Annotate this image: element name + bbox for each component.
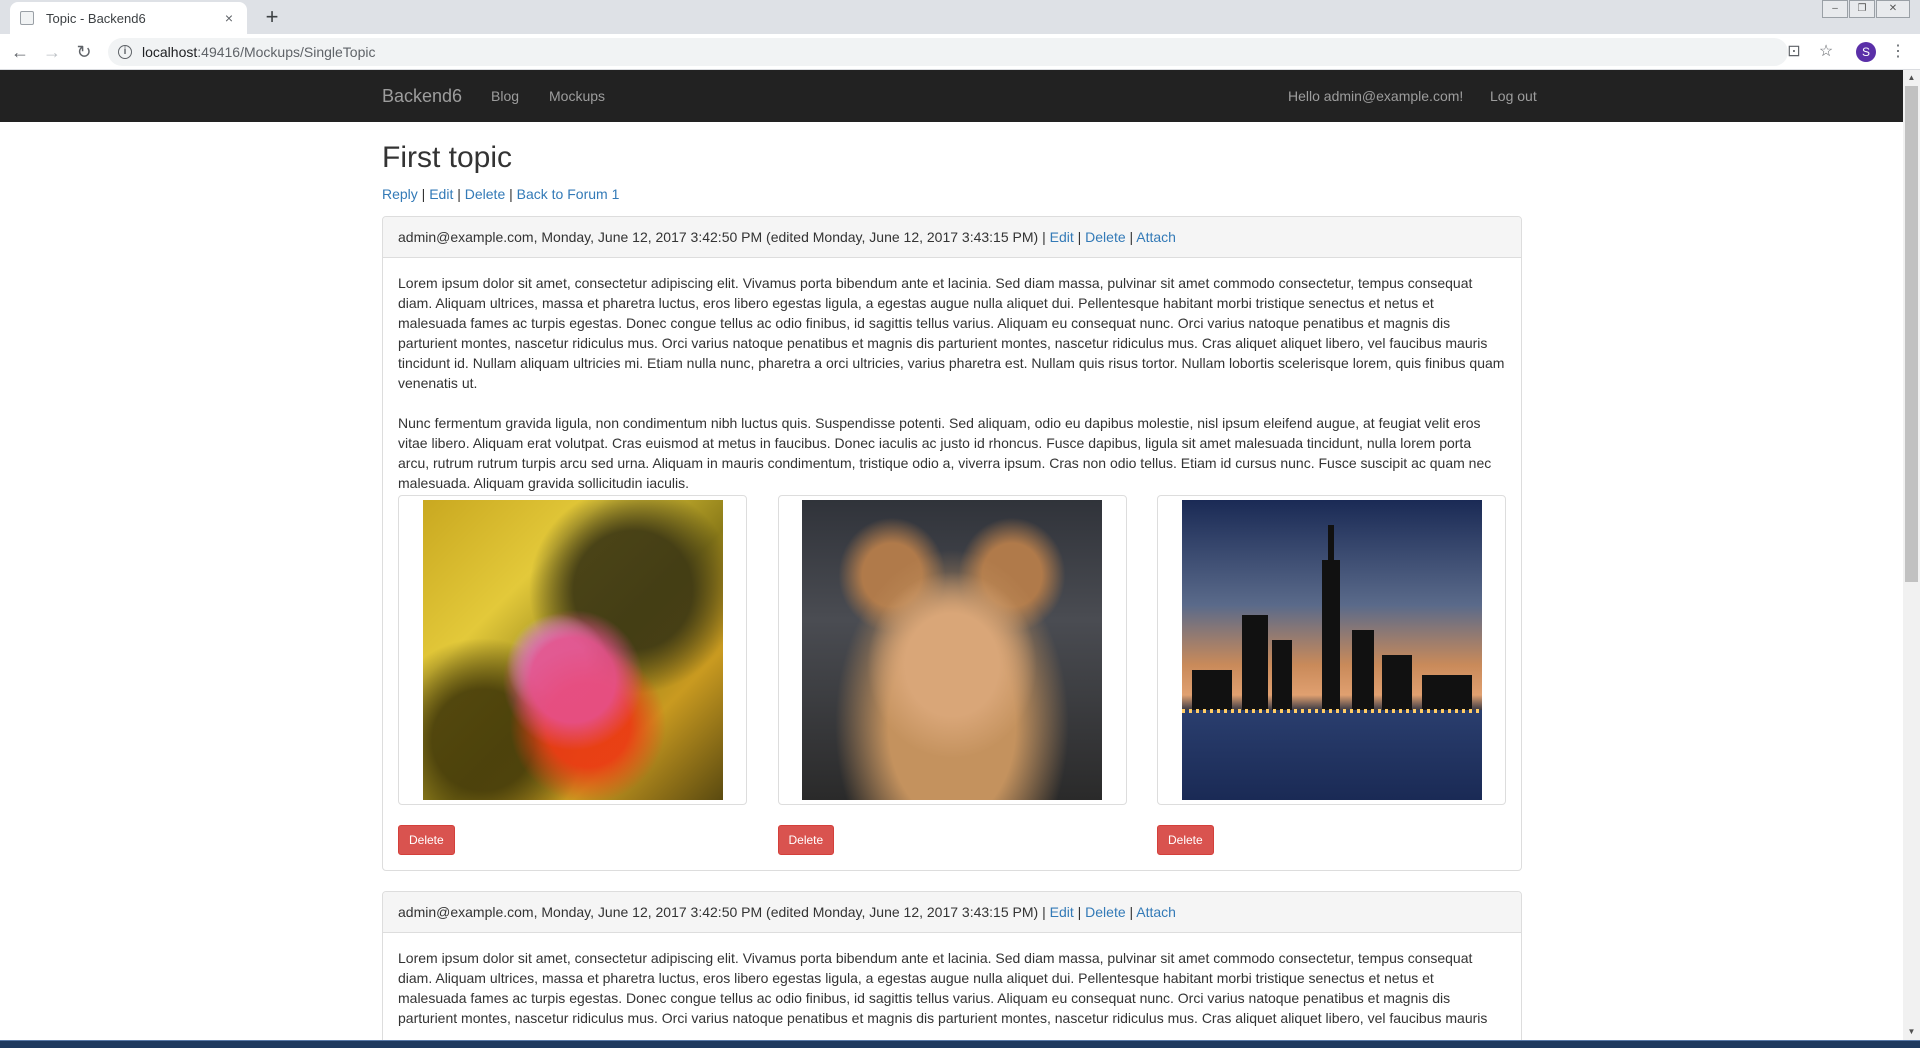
oil-bubbles-image xyxy=(422,500,723,800)
post-panel: admin@example.com, Monday, June 12, 2017… xyxy=(382,216,1522,871)
edit-post-link[interactable]: Edit xyxy=(1050,229,1074,245)
edit-post-link[interactable]: Edit xyxy=(1050,904,1074,920)
delete-post-link[interactable]: Delete xyxy=(1085,904,1125,920)
reload-icon[interactable]: ↻ xyxy=(72,40,96,64)
attachments-row: Delete Delete Delete xyxy=(398,495,1506,855)
translate-icon[interactable]: ⊡ xyxy=(1784,42,1804,62)
forward-arrow-icon[interactable]: → xyxy=(40,40,64,64)
attachment: Delete xyxy=(777,495,1127,855)
back-to-forum-link[interactable]: Back to Forum 1 xyxy=(517,186,620,202)
os-taskbar xyxy=(0,1040,1920,1048)
user-greeting[interactable]: Hello admin@example.com! xyxy=(1288,88,1463,104)
scroll-down-icon[interactable]: ▼ xyxy=(1903,1024,1920,1040)
post-paragraph: Nunc fermentum gravida ligula, non condi… xyxy=(398,415,1492,491)
site-navbar: Backend6 Blog Mockups Hello admin@exampl… xyxy=(0,70,1903,122)
logout-link[interactable]: Log out xyxy=(1490,88,1537,104)
attach-link[interactable]: Attach xyxy=(1136,904,1176,920)
tab-title: Topic - Backend6 xyxy=(46,10,146,26)
post-meta: admin@example.com, Monday, June 12, 2017… xyxy=(398,229,1046,245)
topic-title: First topic xyxy=(382,141,513,174)
topic-actions: Reply | Edit | Delete | Back to Forum 1 xyxy=(382,186,620,202)
star-icon[interactable]: ☆ xyxy=(1816,42,1836,62)
profile-avatar[interactable]: S xyxy=(1856,42,1876,62)
scroll-thumb[interactable] xyxy=(1905,86,1918,582)
close-tab-icon[interactable]: × xyxy=(221,10,237,26)
scroll-up-icon[interactable]: ▲ xyxy=(1903,70,1920,86)
brand-link[interactable]: Backend6 xyxy=(382,86,462,107)
close-window-icon[interactable]: ✕ xyxy=(1876,0,1910,18)
reply-link[interactable]: Reply xyxy=(382,186,418,202)
address-bar[interactable]: i localhost:49416/Mockups/SingleTopic xyxy=(108,38,1788,66)
delete-attachment-button[interactable]: Delete xyxy=(777,825,835,855)
post-paragraph: Lorem ipsum dolor sit amet, consectetur … xyxy=(398,275,1505,391)
delete-topic-link[interactable]: Delete xyxy=(465,186,505,202)
post-body: Lorem ipsum dolor sit amet, consectetur … xyxy=(383,933,1521,1043)
restore-icon[interactable]: ❐ xyxy=(1849,0,1875,18)
post-meta: admin@example.com, Monday, June 12, 2017… xyxy=(398,904,1046,920)
post-heading: admin@example.com, Monday, June 12, 2017… xyxy=(383,892,1521,933)
page-icon xyxy=(20,11,34,25)
attachment-thumbnail[interactable] xyxy=(1157,495,1506,805)
minimize-icon[interactable]: – xyxy=(1822,0,1848,18)
new-tab-button[interactable]: + xyxy=(260,5,284,29)
delete-attachment-button[interactable]: Delete xyxy=(398,825,455,855)
url-path: :49416/Mockups/SingleTopic xyxy=(197,44,376,60)
info-icon[interactable]: i xyxy=(118,45,132,59)
attachment: Delete xyxy=(1157,495,1506,855)
delete-attachment-button[interactable]: Delete xyxy=(1157,825,1214,855)
nav-link-mockups[interactable]: Mockups xyxy=(549,88,605,104)
post-heading: admin@example.com, Monday, June 12, 2017… xyxy=(383,217,1521,258)
post-panel: admin@example.com, Monday, June 12, 2017… xyxy=(382,891,1522,1044)
nav-link-blog[interactable]: Blog xyxy=(491,88,519,104)
city-skyline-image xyxy=(1181,500,1482,800)
attachment-thumbnail[interactable] xyxy=(398,495,747,805)
edit-topic-link[interactable]: Edit xyxy=(429,186,453,202)
browser-tab[interactable]: Topic - Backend6 × xyxy=(10,2,247,34)
page-scrollbar[interactable]: ▲ ▼ xyxy=(1903,70,1920,1040)
url-host: localhost xyxy=(142,44,198,60)
cat-image xyxy=(802,500,1102,800)
post-paragraph: Lorem ipsum dolor sit amet, consectetur … xyxy=(398,950,1488,1026)
post-body: Lorem ipsum dolor sit amet, consectetur … xyxy=(383,258,1521,870)
browser-tab-bar: Topic - Backend6 × + – ❐ ✕ xyxy=(0,0,1920,34)
attachment-thumbnail[interactable] xyxy=(777,495,1127,805)
delete-post-link[interactable]: Delete xyxy=(1085,229,1125,245)
attachment: Delete xyxy=(398,495,747,855)
back-arrow-icon[interactable]: ← xyxy=(8,40,32,64)
main-content: First topic Reply | Edit | Delete | Back… xyxy=(382,122,1522,1044)
menu-kebab-icon[interactable]: ⋮ xyxy=(1888,42,1908,62)
attach-link[interactable]: Attach xyxy=(1136,229,1176,245)
browser-toolbar: ← → ↻ i localhost:49416/Mockups/SingleTo… xyxy=(0,34,1920,70)
